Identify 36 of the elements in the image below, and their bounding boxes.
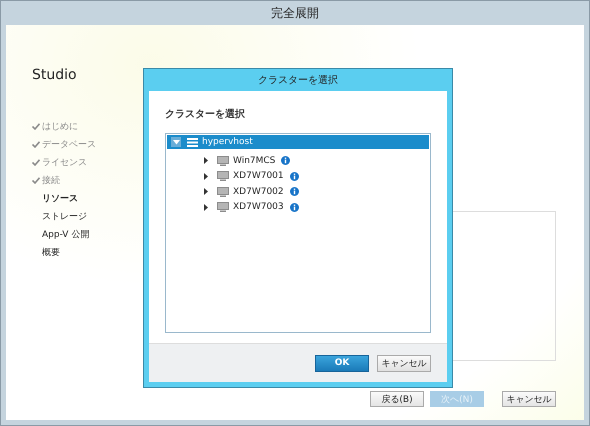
node-label: XD7W7002 xyxy=(233,186,284,197)
product-title: Studio xyxy=(32,67,78,83)
step-label: データベース xyxy=(42,139,96,151)
server-icon xyxy=(187,138,198,146)
dialog-title: クラスターを選択 xyxy=(258,74,338,87)
monitor-icon xyxy=(217,171,229,182)
monitor-icon xyxy=(217,186,229,197)
step-label: 接続 xyxy=(42,174,60,187)
step-label: 概要 xyxy=(42,246,60,259)
info-icon[interactable] xyxy=(290,172,299,181)
info-icon[interactable] xyxy=(290,187,299,196)
step-label: App-V 公開 xyxy=(42,228,90,241)
node-label: Win7MCS xyxy=(233,156,276,166)
window-title: 完全展開 xyxy=(271,4,319,22)
wizard-button[interactable]: 戻る(B) xyxy=(370,391,424,407)
info-icon[interactable] xyxy=(290,202,299,212)
monitor-icon xyxy=(217,202,229,212)
step-label: リソース xyxy=(42,193,78,205)
node-label: XD7W7001 xyxy=(233,171,284,182)
info-icon[interactable] xyxy=(281,156,290,166)
monitor-icon xyxy=(217,156,229,166)
step-label: ストレージ xyxy=(42,211,87,223)
tree-row[interactable]: XD7W7001 xyxy=(167,168,429,184)
cluster-tree[interactable]: hypervhost Win7MCS XD7W7001 XD7W7002 XD7W7003 xyxy=(165,133,431,333)
collapse-icon[interactable] xyxy=(171,137,181,147)
wizard-button[interactable]: キャンセル xyxy=(502,391,556,407)
dialog-button[interactable]: キャンセル xyxy=(377,354,431,372)
node-label: hypervhost xyxy=(202,137,253,147)
step-label: ライセンス xyxy=(42,157,87,169)
tree-row[interactable]: hypervhost xyxy=(167,135,429,149)
tree-row[interactable]: XD7W7003 xyxy=(167,200,429,215)
tree-row[interactable]: XD7W7002 xyxy=(167,184,429,200)
field-label: クラスターを選択 xyxy=(165,108,246,121)
node-label: XD7W7003 xyxy=(233,202,284,212)
tree-row[interactable]: Win7MCS xyxy=(167,153,429,168)
step-label: はじめに xyxy=(42,121,78,133)
